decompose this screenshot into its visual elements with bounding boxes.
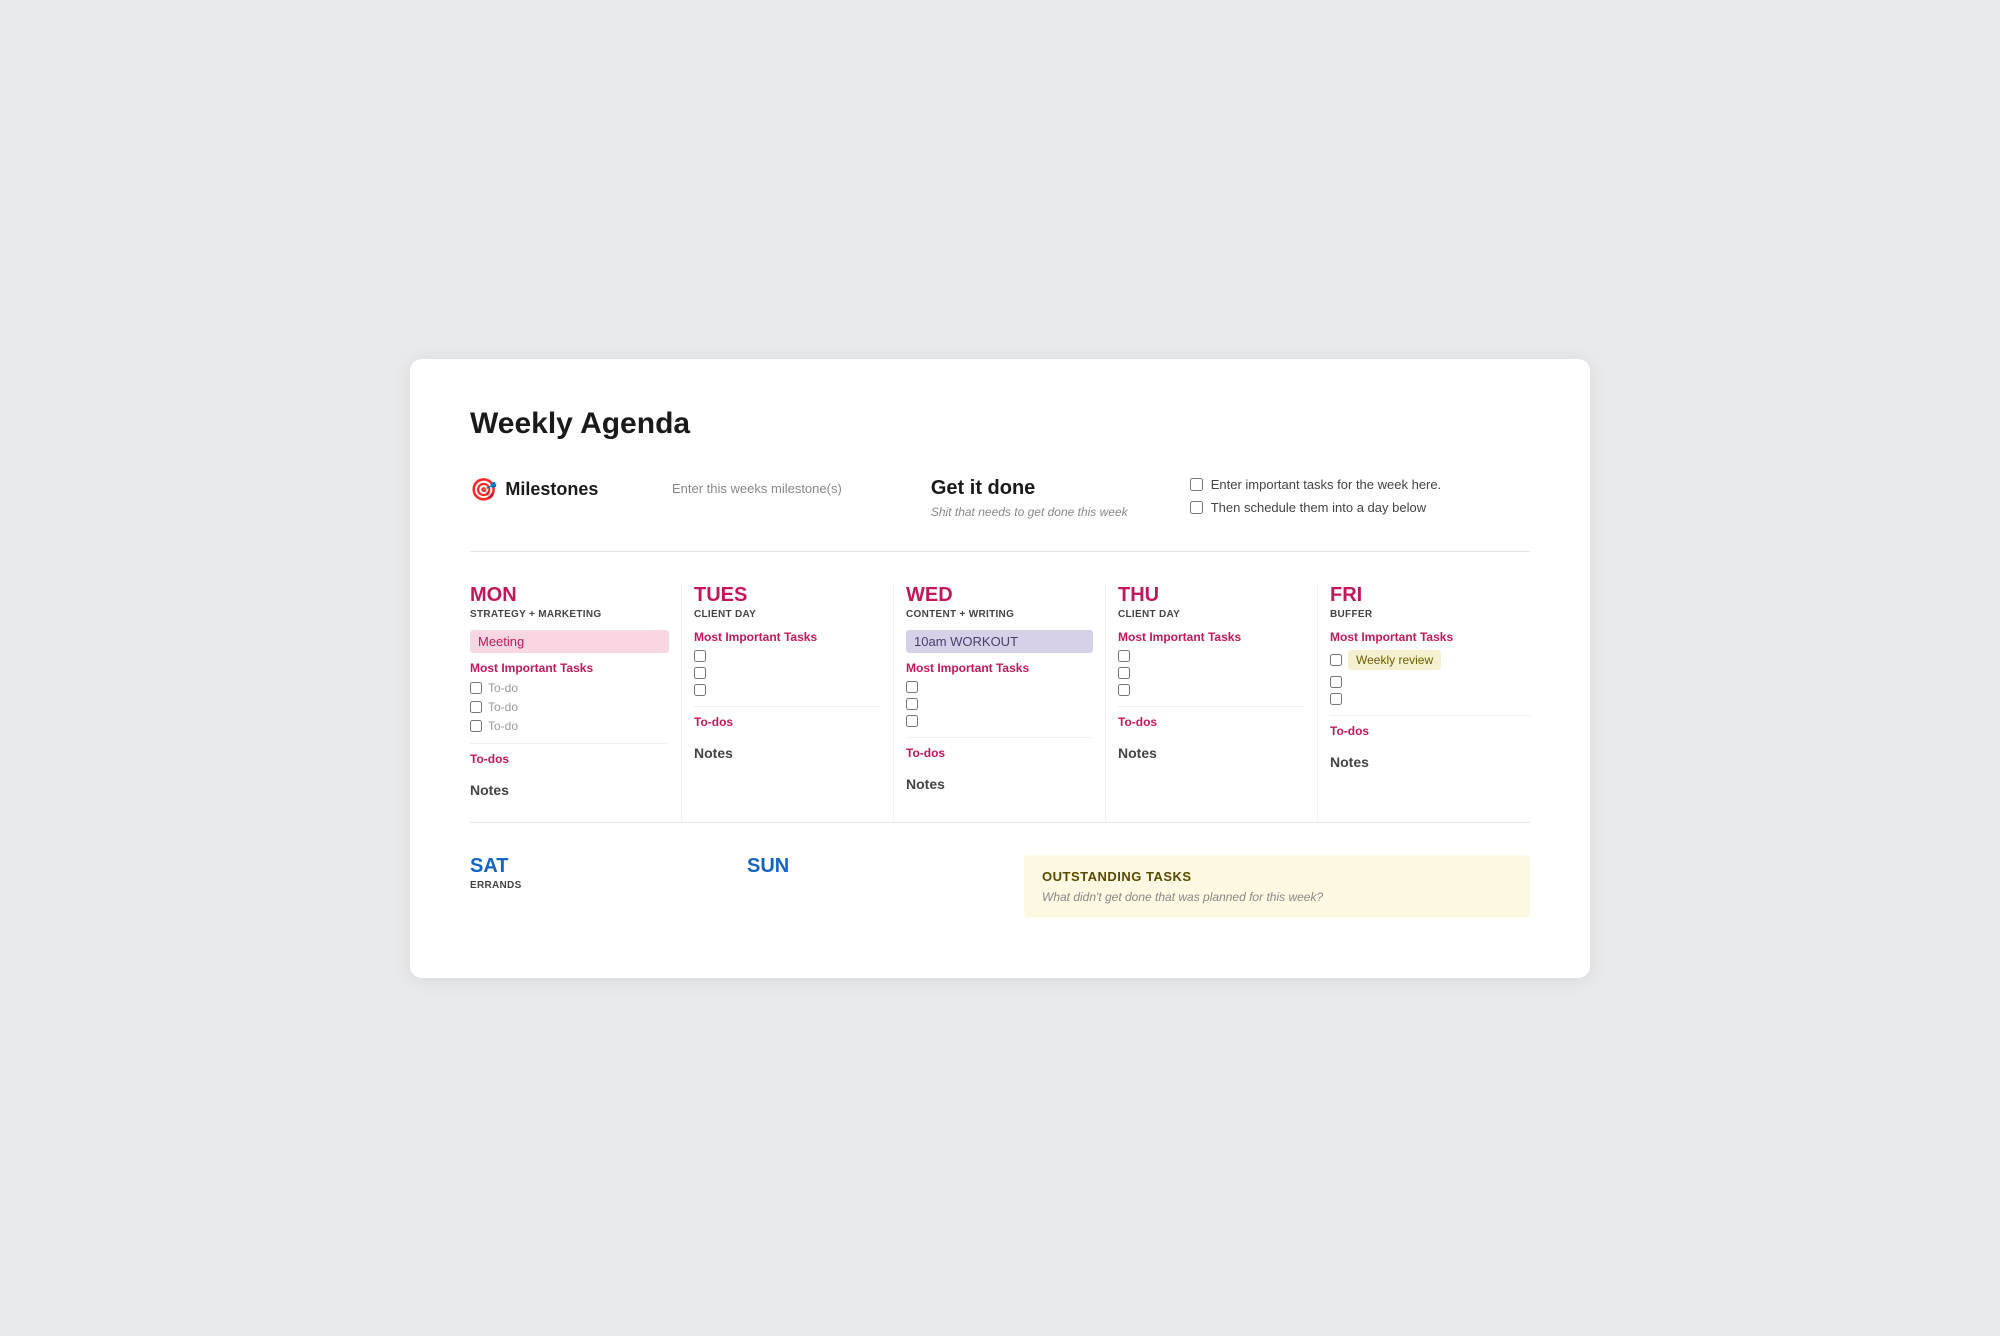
todos-label-wed: To-dos	[906, 737, 1093, 760]
notes-label-wed: Notes	[906, 776, 1093, 792]
todos-label-mon: To-dos	[470, 743, 669, 766]
checkbox-row-mon-3: To-do	[470, 719, 669, 733]
checkbox-thu-3[interactable]	[1118, 684, 1130, 696]
checkbox-thu-2[interactable]	[1118, 667, 1130, 679]
day-name-mon: MON	[470, 584, 669, 607]
notes-label-thu: Notes	[1118, 745, 1305, 761]
checkbox-row-tues-2	[694, 667, 881, 679]
checkbox-row-thu-2	[1118, 667, 1305, 679]
checkbox-row-fri-2	[1330, 693, 1530, 705]
tasks-checkbox-1[interactable]	[1190, 478, 1203, 491]
milestone-icon: 🎯	[470, 477, 497, 503]
checkbox-tues-1[interactable]	[694, 650, 706, 662]
day-col-wed: WED CONTENT + WRITING 10am WORKOUT Most …	[894, 584, 1106, 822]
checkbox-fri-1[interactable]	[1330, 676, 1342, 688]
day-col-fri: FRI BUFFER Most Important Tasks Weekly r…	[1318, 584, 1530, 822]
tasks-checklist-label-2: Then schedule them into a day below	[1211, 500, 1426, 515]
checkbox-row-mon-1: To-do	[470, 681, 669, 695]
event-workout: 10am WORKOUT	[906, 630, 1093, 653]
days-grid: MON STRATEGY + MARKETING Meeting Most Im…	[470, 584, 1530, 823]
tasks-checklist-item-1: Enter important tasks for the week here.	[1190, 477, 1530, 492]
tasks-checkbox-2[interactable]	[1190, 501, 1203, 514]
notes-label-tues: Notes	[694, 745, 881, 761]
checkbox-wed-2[interactable]	[906, 698, 918, 710]
checkbox-mon-1[interactable]	[470, 682, 482, 694]
checkbox-label-mon-2: To-do	[488, 700, 518, 714]
event-meeting: Meeting	[470, 630, 669, 653]
day-col-mon: MON STRATEGY + MARKETING Meeting Most Im…	[470, 584, 682, 822]
mit-label-thu: Most Important Tasks	[1118, 630, 1305, 644]
checkbox-mon-2[interactable]	[470, 701, 482, 713]
checkbox-row-tues-1	[694, 650, 881, 662]
notes-label-fri: Notes	[1330, 754, 1530, 770]
event-weekly-review: Weekly review	[1348, 650, 1441, 670]
day-subtitle-fri: BUFFER	[1330, 609, 1530, 620]
day-subtitle-tues: CLIENT DAY	[694, 609, 881, 620]
day-subtitle-sat: ERRANDS	[470, 880, 723, 891]
bottom-row: SAT ERRANDS SUN OUTSTANDING TASKS What d…	[470, 855, 1530, 918]
milestones-placeholder: Enter this weeks milestone(s)	[672, 477, 899, 496]
todos-label-fri: To-dos	[1330, 715, 1530, 738]
checkbox-row-fri-weekly-review: Weekly review	[1330, 650, 1530, 670]
notes-label-mon: Notes	[470, 782, 669, 798]
checkbox-row-wed-3	[906, 715, 1093, 727]
tasks-checklist-item-2: Then schedule them into a day below	[1190, 500, 1530, 515]
day-name-thu: THU	[1118, 584, 1305, 607]
todos-label-tues: To-dos	[694, 706, 881, 729]
mit-label-tues: Most Important Tasks	[694, 630, 881, 644]
day-name-wed: WED	[906, 584, 1093, 607]
tasks-checklist: Enter important tasks for the week here.…	[1190, 477, 1530, 523]
outstanding-box: OUTSTANDING TASKS What didn't get done t…	[1024, 855, 1530, 918]
day-col-tues: TUES CLIENT DAY Most Important Tasks To-…	[682, 584, 894, 822]
checkbox-mon-3[interactable]	[470, 720, 482, 732]
checkbox-tues-3[interactable]	[694, 684, 706, 696]
checkbox-row-fri-1	[1330, 676, 1530, 688]
mit-label-fri: Most Important Tasks	[1330, 630, 1530, 644]
mit-label-mon: Most Important Tasks	[470, 661, 669, 675]
sun-col: SUN	[747, 855, 1000, 880]
checkbox-row-thu-3	[1118, 684, 1305, 696]
checkbox-thu-1[interactable]	[1118, 650, 1130, 662]
checkbox-label-mon-1: To-do	[488, 681, 518, 695]
milestones-left: 🎯 Milestones	[470, 477, 640, 503]
outstanding-subtitle: What didn't get done that was planned fo…	[1042, 890, 1512, 904]
mit-label-wed: Most Important Tasks	[906, 661, 1093, 675]
sat-col: SAT ERRANDS	[470, 855, 723, 901]
milestones-section: 🎯 Milestones Enter this weeks milestone(…	[470, 477, 1530, 552]
checkbox-row-mon-2: To-do	[470, 700, 669, 714]
day-name-sun: SUN	[747, 855, 1000, 878]
day-name-fri: FRI	[1330, 584, 1530, 607]
checkbox-fri-weekly-review[interactable]	[1330, 654, 1342, 666]
get-it-done-title: Get it done	[931, 477, 1158, 500]
checkbox-row-thu-1	[1118, 650, 1305, 662]
checkbox-fri-2[interactable]	[1330, 693, 1342, 705]
day-subtitle-thu: CLIENT DAY	[1118, 609, 1305, 620]
day-name-tues: TUES	[694, 584, 881, 607]
checkbox-wed-3[interactable]	[906, 715, 918, 727]
outstanding-title: OUTSTANDING TASKS	[1042, 869, 1512, 884]
day-name-sat: SAT	[470, 855, 723, 878]
get-it-done-subtitle: Shit that needs to get done this week	[931, 504, 1158, 521]
get-it-done: Get it done Shit that needs to get done …	[931, 477, 1158, 521]
day-subtitle-wed: CONTENT + WRITING	[906, 609, 1093, 620]
checkbox-row-wed-2	[906, 698, 1093, 710]
checkbox-tues-2[interactable]	[694, 667, 706, 679]
checkbox-wed-1[interactable]	[906, 681, 918, 693]
day-subtitle-mon: STRATEGY + MARKETING	[470, 609, 669, 620]
milestones-title: Milestones	[505, 479, 598, 500]
checkbox-row-wed-1	[906, 681, 1093, 693]
checkbox-label-mon-3: To-do	[488, 719, 518, 733]
tasks-checklist-label-1: Enter important tasks for the week here.	[1211, 477, 1442, 492]
todos-label-thu: To-dos	[1118, 706, 1305, 729]
weekly-agenda-card: Weekly Agenda 🎯 Milestones Enter this we…	[410, 359, 1590, 978]
page-title: Weekly Agenda	[470, 407, 1530, 441]
day-col-thu: THU CLIENT DAY Most Important Tasks To-d…	[1106, 584, 1318, 822]
checkbox-row-tues-3	[694, 684, 881, 696]
